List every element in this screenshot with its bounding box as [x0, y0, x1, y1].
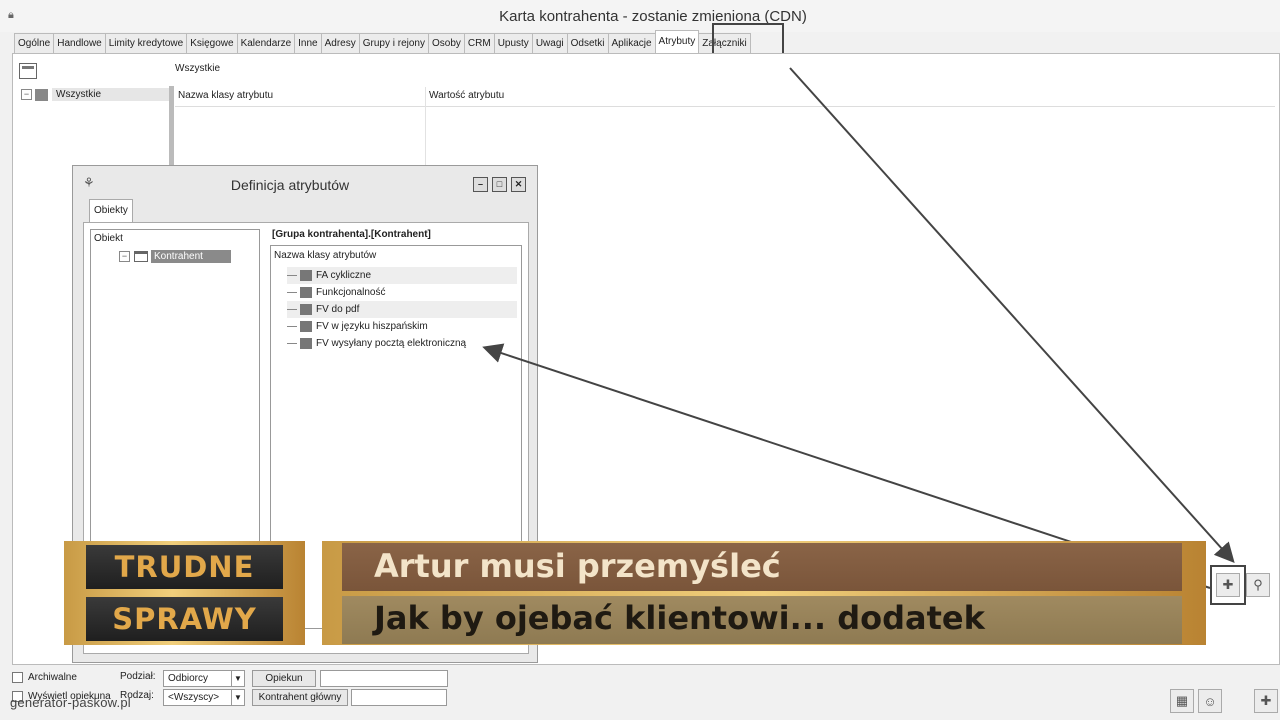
- list-item[interactable]: FV wysyłany pocztą elektroniczną: [287, 335, 517, 352]
- tab-upusty[interactable]: Upusty: [493, 33, 533, 53]
- tab-crm[interactable]: CRM: [463, 33, 495, 53]
- tab-inne[interactable]: Inne: [294, 33, 322, 53]
- window-icon: [134, 251, 148, 262]
- maximize-icon[interactable]: □: [492, 177, 507, 192]
- object-header: Obiekt: [94, 233, 123, 244]
- tab-handlowe[interactable]: Handlowe: [53, 33, 106, 53]
- column-divider: [425, 87, 426, 167]
- chevron-down-icon: ▼: [231, 671, 244, 686]
- tree-node-root[interactable]: − Wszystkie: [21, 88, 171, 101]
- tab-atrybuty[interactable]: Atrybuty: [654, 30, 700, 53]
- grid-icon[interactable]: ▦: [1170, 689, 1194, 713]
- opiekun-field[interactable]: [320, 670, 448, 687]
- list-item-label: FA cykliczne: [316, 270, 372, 281]
- grid-header: Nazwa klasy atrybutu Wartość atrybutu: [175, 87, 1275, 167]
- tab-odsetki[interactable]: Odsetki: [566, 33, 609, 53]
- bottom-controls: Archiwalne Wyświetl opiekuna Podział: Od…: [0, 665, 1280, 720]
- list-item[interactable]: FV w języku hiszpańskim: [287, 318, 517, 335]
- logo-bottom: SPRAWY: [86, 597, 283, 641]
- tab-limity-kredytowe[interactable]: Limity kredytowe: [104, 33, 188, 53]
- list-item[interactable]: Funkcjonalność: [287, 284, 517, 301]
- list-item-label: FV do pdf: [316, 304, 360, 315]
- collapse-icon[interactable]: −: [21, 89, 32, 100]
- tab-grupy-i-rejony[interactable]: Grupy i rejony: [358, 33, 429, 53]
- close-icon[interactable]: ✕: [511, 177, 526, 192]
- attribute-icon: [300, 270, 312, 281]
- tab-aplikacje[interactable]: Aplikacje: [607, 33, 656, 53]
- attribute-icon: [300, 321, 312, 332]
- kontrahent-glowny-field[interactable]: [351, 689, 447, 706]
- tree-connector: [287, 292, 297, 293]
- collapse-icon[interactable]: −: [119, 251, 130, 262]
- logo-top: TRUDNE: [86, 545, 283, 589]
- tree-connector: [287, 309, 297, 310]
- podzial-select[interactable]: Odbiorcy ▼: [163, 670, 245, 687]
- tab-strip: Ogólne Handlowe Limity kredytowe Księgow…: [14, 30, 751, 53]
- column-header-class[interactable]: Nazwa klasy atrybutu: [178, 90, 273, 101]
- dialog-title-bar: ⚘ Definicja atrybutów – □ ✕: [73, 166, 537, 200]
- watermark: generator-paskow.pl: [10, 695, 131, 710]
- caption-line-1: Artur musi przemyśleć: [374, 547, 781, 585]
- attribute-icon: [300, 338, 312, 349]
- window-title-bar: 🔒︎ Karta kontrahenta - zostanie zmienion…: [0, 0, 1280, 32]
- tab-uwagi[interactable]: Uwagi: [531, 33, 568, 53]
- show-logo: TRUDNE SPRAWY: [64, 541, 305, 645]
- tab-adresy[interactable]: Adresy: [320, 33, 360, 53]
- caption-line-2: Jak by ojebać klientowi... dodatek: [374, 599, 985, 637]
- kontrahent-glowny-button[interactable]: Kontrahent główny: [252, 689, 348, 706]
- tree-icon: [35, 88, 48, 101]
- attribute-list-header: Nazwa klasy atrybutów: [274, 250, 377, 261]
- caption-banner: Artur musi przemyśleć Jak by ojebać klie…: [322, 541, 1206, 645]
- tree-connector: [287, 326, 297, 327]
- archiwalne-checkbox[interactable]: [12, 672, 23, 683]
- tab-ksiegowe[interactable]: Księgowe: [186, 33, 238, 53]
- list-item[interactable]: FA cykliczne: [287, 267, 517, 284]
- window-icon[interactable]: [19, 63, 37, 79]
- plus-icon[interactable]: ✚: [1254, 689, 1278, 713]
- tree-connector: [287, 343, 297, 344]
- user-icon[interactable]: ☺︎: [1198, 689, 1222, 713]
- list-item-label: FV w języku hiszpańskim: [316, 321, 428, 332]
- group-path: [Grupa kontrahenta].[Kontrahent]: [272, 229, 431, 240]
- tab-osoby[interactable]: Osoby: [428, 33, 465, 53]
- add-button-highlight-frame: [1210, 565, 1246, 605]
- splitter[interactable]: [169, 86, 174, 166]
- opiekun-button[interactable]: Opiekun: [252, 670, 316, 687]
- tab-obiekty[interactable]: Obiekty: [89, 199, 133, 222]
- dialog-title: Definicja atrybutów: [230, 177, 350, 193]
- tab-ogolne[interactable]: Ogólne: [14, 33, 55, 53]
- podzial-value: Odbiorcy: [168, 673, 209, 684]
- rodzaj-value: <Wszyscy>: [168, 692, 220, 703]
- attribute-icon: [300, 304, 312, 315]
- column-header-value[interactable]: Wartość atrybutu: [429, 90, 504, 101]
- rodzaj-select[interactable]: <Wszyscy> ▼: [163, 689, 245, 706]
- archiwalne-label: Archiwalne: [28, 672, 77, 683]
- tree-connector: [287, 275, 297, 276]
- list-item[interactable]: FV do pdf: [287, 301, 517, 318]
- list-item-label: FV wysyłany pocztą elektroniczną: [316, 338, 467, 349]
- window-title: Karta kontrahenta - zostanie zmieniona (…: [499, 8, 807, 25]
- podzial-label: Podział:: [120, 671, 156, 682]
- list-item-label: Funkcjonalność: [316, 287, 386, 298]
- object-node-label: Kontrahent: [151, 250, 231, 263]
- tab-kalendarze[interactable]: Kalendarze: [236, 33, 296, 53]
- minimize-icon[interactable]: –: [473, 177, 488, 192]
- filter-label: Wszystkie: [175, 63, 220, 74]
- chevron-down-icon: ▼: [231, 690, 244, 705]
- search-icon[interactable]: ⚲: [1246, 573, 1270, 597]
- attribute-icon: [300, 287, 312, 298]
- tree-node-kontrahent[interactable]: − Kontrahent: [119, 250, 231, 263]
- tree-node-label: Wszystkie: [52, 88, 171, 101]
